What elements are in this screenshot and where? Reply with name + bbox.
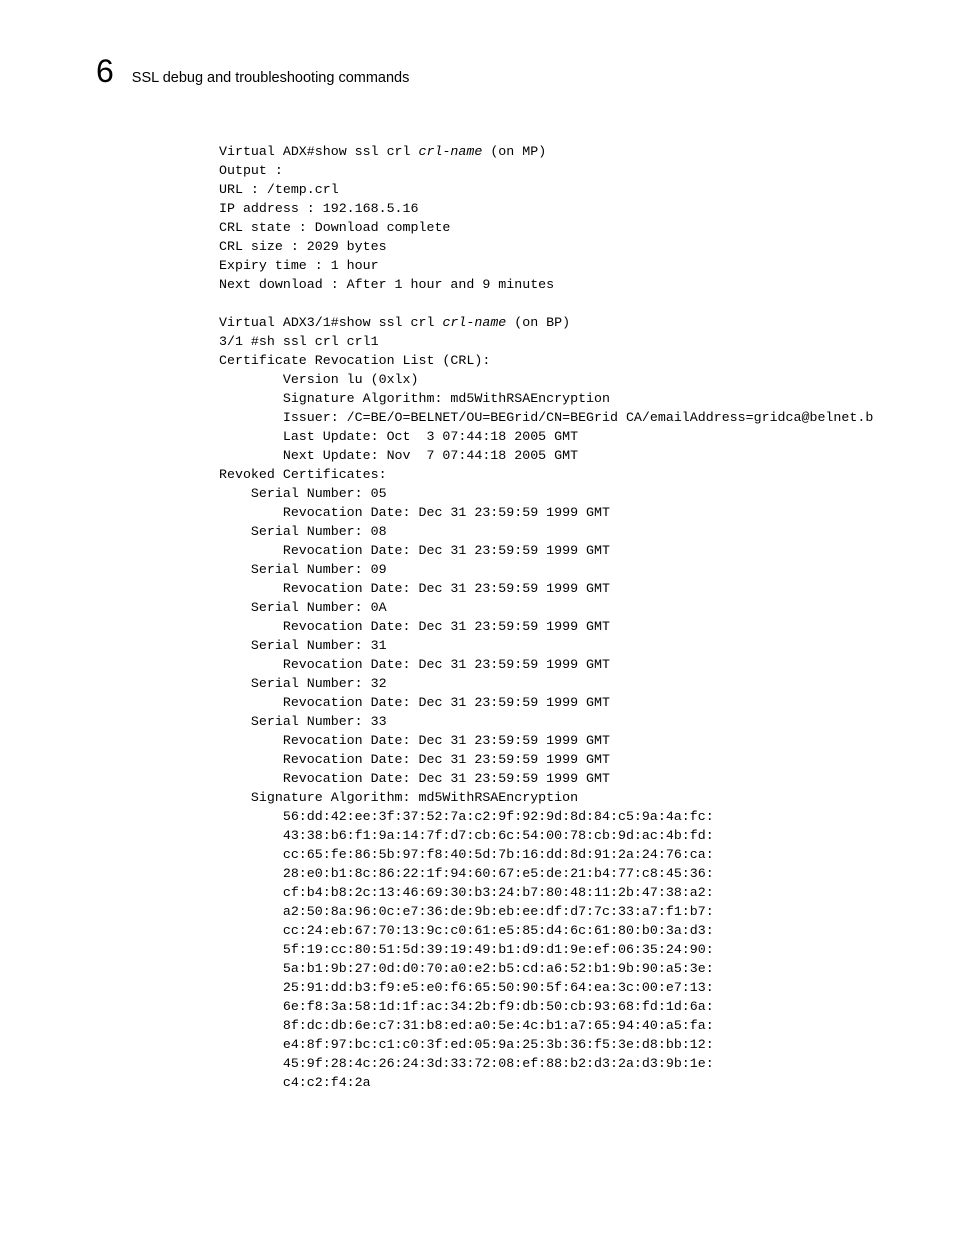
version-line: Version lu (0xlx) xyxy=(219,372,419,387)
revocation-line: Revocation Date: Dec 31 23:59:59 1999 GM… xyxy=(219,581,610,596)
sig-algo2-line: Signature Algorithm: md5WithRSAEncryptio… xyxy=(219,790,578,805)
serial-line: Serial Number: 31 xyxy=(219,638,387,653)
terminal-output: Virtual ADX#show ssl crl crl-name (on MP… xyxy=(219,142,914,1092)
serial-line: Serial Number: 08 xyxy=(219,524,387,539)
issuer-line: Issuer: /C=BE/O=BELNET/OU=BEGrid/CN=BEGr… xyxy=(219,410,873,425)
crl-size-line: CRL size : 2029 bytes xyxy=(219,239,387,254)
serial-line: Serial Number: 0A xyxy=(219,600,387,615)
revoked-header: Revoked Certificates: xyxy=(219,467,387,482)
prompt-bp: Virtual ADX3/1#show ssl crl xyxy=(219,315,442,330)
sig-hex-line: 28:e0:b1:8c:86:22:1f:94:60:67:e5:de:21:b… xyxy=(219,866,714,881)
serial-line: Serial Number: 32 xyxy=(219,676,387,691)
serial-line: Serial Number: 05 xyxy=(219,486,387,501)
revocation-line: Revocation Date: Dec 31 23:59:59 1999 GM… xyxy=(219,543,610,558)
arg-crl-name-mp: crl-name xyxy=(419,144,483,159)
output-label: Output : xyxy=(219,163,283,178)
cmd-line-bp: Virtual ADX3/1#show ssl crl crl-name (on… xyxy=(219,315,570,330)
crl-state-line: CRL state : Download complete xyxy=(219,220,450,235)
sig-hex-line: 6e:f8:3a:58:1d:1f:ac:34:2b:f9:db:50:cb:9… xyxy=(219,999,714,1014)
url-line: URL : /temp.crl xyxy=(219,182,339,197)
sig-hex-line: 8f:dc:db:6e:c7:31:b8:ed:a0:5e:4c:b1:a7:6… xyxy=(219,1018,714,1033)
serial-line: Serial Number: 33 xyxy=(219,714,387,729)
prompt-mp: Virtual ADX#show ssl crl xyxy=(219,144,419,159)
cmd-line-mp: Virtual ADX#show ssl crl crl-name (on MP… xyxy=(219,144,546,159)
page-title: SSL debug and troubleshooting commands xyxy=(132,64,410,86)
sig-hex-line: cc:24:eb:67:70:13:9c:c0:61:e5:85:d4:6c:6… xyxy=(219,923,714,938)
next-update-line: Next Update: Nov 7 07:44:18 2005 GMT xyxy=(219,448,578,463)
sig-hex-line: 45:9f:28:4c:26:24:3d:33:72:08:ef:88:b2:d… xyxy=(219,1056,714,1071)
revocation-line: Revocation Date: Dec 31 23:59:59 1999 GM… xyxy=(219,619,610,634)
sig-hex-line: cf:b4:b8:2c:13:46:69:30:b3:24:b7:80:48:1… xyxy=(219,885,714,900)
sig-hex-line: 56:dd:42:ee:3f:37:52:7a:c2:9f:92:9d:8d:8… xyxy=(219,809,714,824)
ip-line: IP address : 192.168.5.16 xyxy=(219,201,419,216)
page-header: 6 SSL debug and troubleshooting commands xyxy=(96,55,874,87)
next-download-line: Next download : After 1 hour and 9 minut… xyxy=(219,277,554,292)
revocation-line: Revocation Date: Dec 31 23:59:59 1999 GM… xyxy=(219,733,610,748)
revocation-line: Revocation Date: Dec 31 23:59:59 1999 GM… xyxy=(219,771,610,786)
sig-hex-line: e4:8f:97:bc:c1:c0:3f:ed:05:9a:25:3b:36:f… xyxy=(219,1037,714,1052)
revocation-line: Revocation Date: Dec 31 23:59:59 1999 GM… xyxy=(219,657,610,672)
sig-hex-line: 25:91:dd:b3:f9:e5:e0:f6:65:50:90:5f:64:e… xyxy=(219,980,714,995)
sig-hex-line: 5a:b1:9b:27:0d:d0:70:a0:e2:b5:cd:a6:52:b… xyxy=(219,961,714,976)
sig-hex-line: 5f:19:cc:80:51:5d:39:19:49:b1:d9:d1:9e:e… xyxy=(219,942,714,957)
page: 6 SSL debug and troubleshooting commands… xyxy=(0,0,954,1235)
revocation-line: Revocation Date: Dec 31 23:59:59 1999 GM… xyxy=(219,505,610,520)
sig-hex-line: c4:c2:f4:2a xyxy=(219,1075,371,1090)
revocation-line: Revocation Date: Dec 31 23:59:59 1999 GM… xyxy=(219,695,610,710)
last-update-line: Last Update: Oct 3 07:44:18 2005 GMT xyxy=(219,429,578,444)
sh-cmd-line: 3/1 #sh ssl crl crl1 xyxy=(219,334,379,349)
arg-crl-name-bp: crl-name xyxy=(442,315,506,330)
sig-hex-line: 43:38:b6:f1:9a:14:7f:d7:cb:6c:54:00:78:c… xyxy=(219,828,714,843)
expiry-line: Expiry time : 1 hour xyxy=(219,258,379,273)
revocation-line: Revocation Date: Dec 31 23:59:59 1999 GM… xyxy=(219,752,610,767)
serial-line: Serial Number: 09 xyxy=(219,562,387,577)
crl-header-line: Certificate Revocation List (CRL): xyxy=(219,353,490,368)
chapter-number: 6 xyxy=(96,55,114,87)
sig-algo-line: Signature Algorithm: md5WithRSAEncryptio… xyxy=(219,391,610,406)
sig-hex-line: a2:50:8a:96:0c:e7:36:de:9b:eb:ee:df:d7:7… xyxy=(219,904,714,919)
sig-hex-line: cc:65:fe:86:5b:97:f8:40:5d:7b:16:dd:8d:9… xyxy=(219,847,714,862)
context-mp: (on MP) xyxy=(482,144,546,159)
context-bp: (on BP) xyxy=(506,315,570,330)
